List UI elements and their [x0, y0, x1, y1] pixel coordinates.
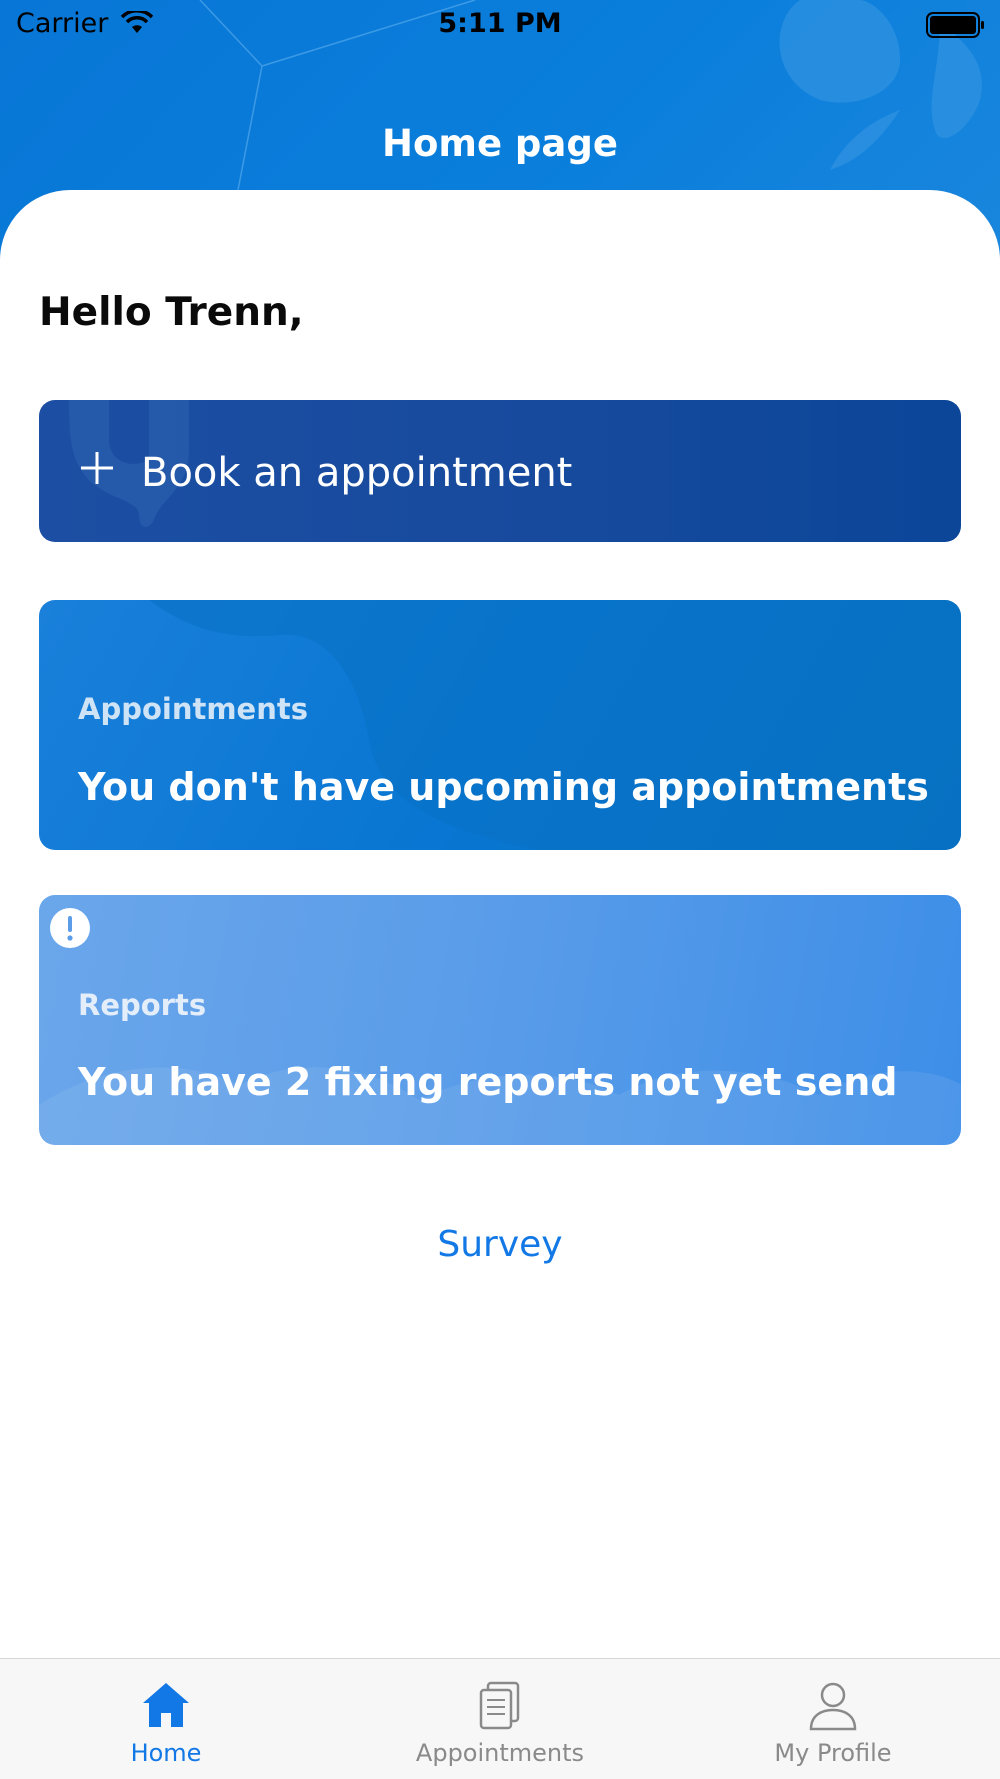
tab-home-label: Home [130, 1739, 202, 1767]
tab-home[interactable]: Home [46, 1659, 286, 1779]
appointments-card-message: You don't have upcoming appointments [78, 765, 929, 809]
home-icon [46, 1681, 286, 1733]
tab-appointments[interactable]: Appointments [380, 1659, 620, 1779]
plus-icon [77, 448, 117, 492]
tab-my-profile-label: My Profile [774, 1739, 892, 1767]
survey-link[interactable]: Survey [0, 1224, 1000, 1265]
alert-icon [49, 907, 91, 953]
battery-icon [926, 12, 986, 45]
person-icon [713, 1681, 953, 1735]
reports-card-title: Reports [78, 988, 207, 1022]
book-appointment-label: Book an appointment [141, 450, 573, 496]
appointments-card[interactable]: Appointments You don't have upcoming app… [39, 600, 961, 850]
reports-card[interactable]: Reports You have 2 fixing reports not ye… [39, 895, 961, 1145]
book-appointment-button[interactable]: Book an appointment [39, 400, 961, 542]
documents-icon [380, 1681, 620, 1735]
status-time: 5:11 PM [438, 8, 562, 39]
appointments-card-title: Appointments [78, 692, 308, 726]
greeting: Hello Trenn, [39, 290, 304, 335]
reports-card-message: You have 2 fixing reports not yet send [78, 1060, 898, 1104]
status-bar: Carrier 5:11 PM [0, 0, 1000, 50]
tab-appointments-label: Appointments [415, 1739, 585, 1767]
tab-my-profile[interactable]: My Profile [713, 1659, 953, 1779]
page-title: Home page [382, 122, 618, 165]
tab-bar: Home Appointments My Profile [0, 1658, 1000, 1779]
